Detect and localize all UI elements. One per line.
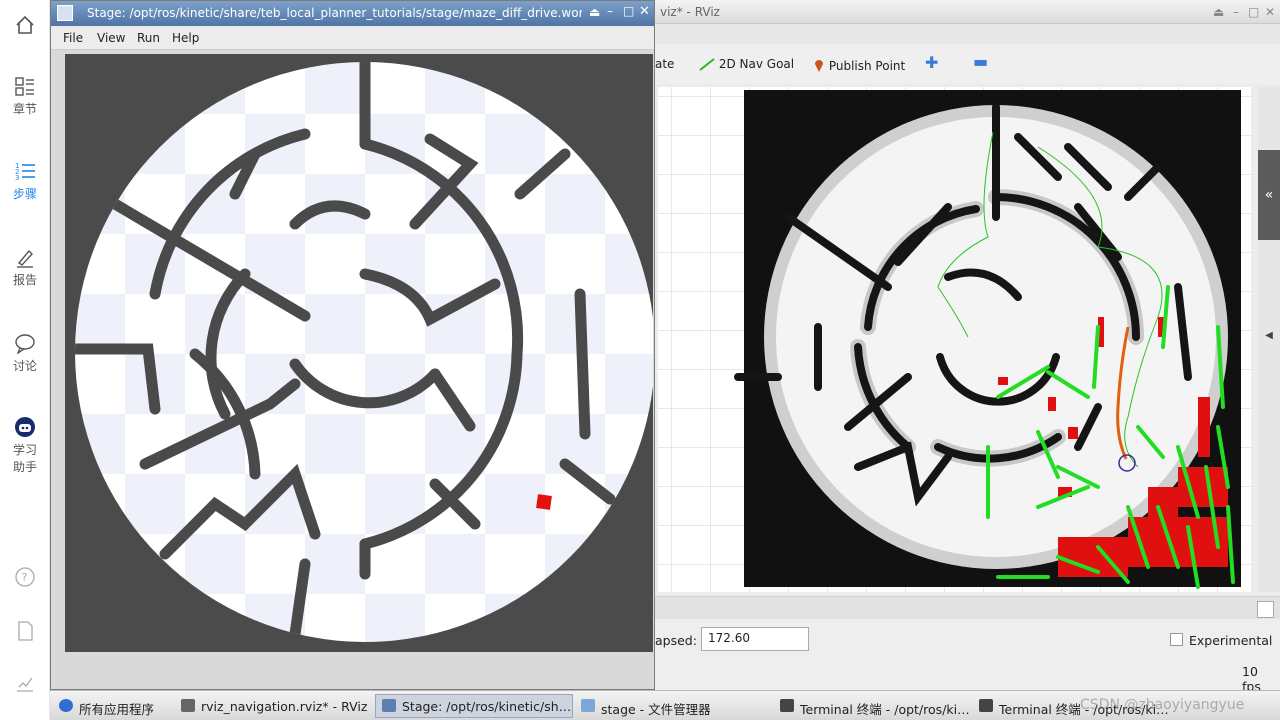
rviz-close-icon[interactable]: ✕ — [1265, 5, 1275, 19]
menu-run[interactable]: Run — [137, 31, 160, 45]
rviz-menubar — [655, 24, 1280, 44]
zoom-out-icon[interactable]: ▬ — [973, 52, 988, 71]
steps-label: 步骤 — [12, 187, 37, 201]
stage-title-text: Stage: /opt/ros/kinetic/share/teb_local_… — [87, 6, 582, 20]
svg-text:?: ? — [22, 571, 28, 584]
double-chevron-left-icon: « — [1264, 187, 1274, 203]
stage-menubar: File View Run Help — [51, 26, 654, 50]
pose-estimate-tool[interactable]: ate — [655, 57, 674, 71]
menu-help[interactable]: Help — [172, 31, 199, 45]
nav-goal-label: 2D Nav Goal — [718, 57, 795, 71]
rviz-time-panel: apsed: 172.60 Experimental 10 fps — [655, 596, 1280, 694]
steps-icon: 123 — [15, 162, 35, 182]
stage-titlebar[interactable]: Stage: /opt/ros/kinetic/share/teb_local_… — [51, 1, 654, 26]
task-stage[interactable]: Stage: /opt/ros/kinetic/sh… — [375, 694, 573, 718]
elapsed-label: apsed: — [655, 633, 697, 648]
help-icon: ? — [15, 567, 35, 587]
stats-icon — [17, 677, 33, 692]
watermark-text: CSDN @zhaoyiyangyue — [1080, 697, 1245, 713]
report-nav[interactable]: 报告 — [0, 246, 50, 288]
nav-goal-arrow-icon — [699, 58, 715, 71]
publish-point-label: Publish Point — [828, 59, 906, 73]
home-nav[interactable] — [0, 14, 50, 39]
rviz-3d-view[interactable] — [658, 87, 1251, 592]
edit-icon — [17, 249, 33, 268]
time-panel-header — [655, 597, 1280, 619]
steps-nav[interactable]: 123 步骤 — [0, 160, 50, 202]
help-nav[interactable]: ? — [0, 566, 50, 591]
stats-nav[interactable] — [0, 672, 50, 697]
publish-point-tool[interactable]: Publish Point — [813, 57, 905, 73]
stage-window: Stage: /opt/ros/kinetic/share/teb_local_… — [50, 0, 655, 690]
home-icon — [16, 15, 34, 34]
taskbar: 所有应用程序 rviz_navigation.rviz* - RViz Stag… — [50, 690, 1280, 720]
stage-eject-icon[interactable]: ⏏ — [589, 5, 600, 19]
terminal-icon — [979, 699, 993, 712]
stage-minimize-icon[interactable]: – — [607, 4, 613, 18]
task-rviz-label: rviz_navigation.rviz* - RViz — [201, 699, 368, 714]
time-panel-checkbox[interactable] — [1257, 601, 1274, 618]
discussion-label: 讨论 — [12, 359, 37, 373]
task-file-manager[interactable]: stage - 文件管理器 — [574, 694, 772, 718]
rviz-map-svg — [658, 87, 1251, 592]
chapters-icon — [15, 77, 34, 96]
stage-maximize-icon[interactable]: □ — [623, 4, 634, 18]
chat-icon — [15, 334, 35, 354]
stage-close-icon[interactable]: ✕ — [639, 4, 650, 19]
rviz-title-text: viz* - RViz — [660, 5, 720, 19]
task-file-manager-label: stage - 文件管理器 — [601, 702, 711, 717]
experimental-checkbox[interactable] — [1170, 633, 1183, 646]
robot-marker — [536, 494, 552, 510]
rviz-scroll-arrow-icon[interactable]: ◀ — [1258, 330, 1280, 341]
folder-icon — [581, 699, 595, 712]
rviz-minimize-icon[interactable]: – — [1233, 5, 1239, 19]
menu-view[interactable]: View — [97, 31, 125, 45]
svg-text:3: 3 — [15, 174, 19, 182]
apps-menu-button[interactable]: 所有应用程序 — [52, 694, 172, 718]
task-terminal-1[interactable]: Terminal 终端 - /opt/ros/ki… — [773, 694, 971, 718]
apps-menu-label: 所有应用程序 — [79, 702, 155, 717]
document-nav[interactable] — [0, 620, 50, 645]
experimental-label: Experimental — [1189, 633, 1273, 648]
chapters-label: 章节 — [12, 102, 37, 116]
discussion-nav[interactable]: 讨论 — [0, 332, 50, 374]
rviz-panel-collapse-button[interactable]: « — [1258, 150, 1280, 240]
stage-task-icon — [382, 699, 396, 712]
assistant-label-1: 学习 — [12, 443, 37, 457]
elapsed-value-field[interactable]: 172.60 — [701, 627, 809, 651]
assistant-label-2: 助手 — [12, 460, 37, 474]
assistant-nav[interactable]: 学习 助手 — [0, 416, 50, 475]
task-stage-label: Stage: /opt/ros/kinetic/sh… — [402, 699, 572, 714]
chapters-nav[interactable]: 章节 — [0, 75, 50, 117]
map-pin-icon — [815, 60, 823, 72]
rviz-window: viz* - RViz ⏏ – □ ✕ ate 2D Nav Goal Publ… — [655, 0, 1280, 694]
rviz-titlebar[interactable]: viz* - RViz ⏏ – □ ✕ — [655, 0, 1280, 24]
terminal-icon — [780, 699, 794, 712]
report-label: 报告 — [12, 273, 37, 287]
task-terminal-1-label: Terminal 终端 - /opt/ros/ki… — [800, 702, 970, 717]
apps-menu-icon — [59, 699, 73, 712]
zoom-in-icon[interactable]: ✚ — [925, 53, 938, 72]
rviz-toolbar: ate 2D Nav Goal Publish Point ✚ ▬ — [655, 44, 1280, 84]
document-icon — [18, 621, 33, 641]
nav-goal-tool[interactable]: 2D Nav Goal — [699, 57, 794, 71]
task-rviz[interactable]: rviz_navigation.rviz* - RViz — [174, 694, 374, 718]
left-sidebar: 章节 123 步骤 报告 讨论 学习 助手 ? — [0, 0, 50, 720]
stage-maze-svg — [75, 62, 653, 642]
rviz-task-icon — [181, 699, 195, 712]
menu-file[interactable]: File — [63, 31, 83, 45]
rviz-eject-icon[interactable]: ⏏ — [1213, 5, 1224, 19]
stage-simulation-canvas[interactable] — [65, 54, 653, 652]
robot-assistant-icon — [15, 417, 35, 437]
stage-window-icon — [57, 5, 73, 21]
rviz-maximize-icon[interactable]: □ — [1248, 5, 1259, 19]
